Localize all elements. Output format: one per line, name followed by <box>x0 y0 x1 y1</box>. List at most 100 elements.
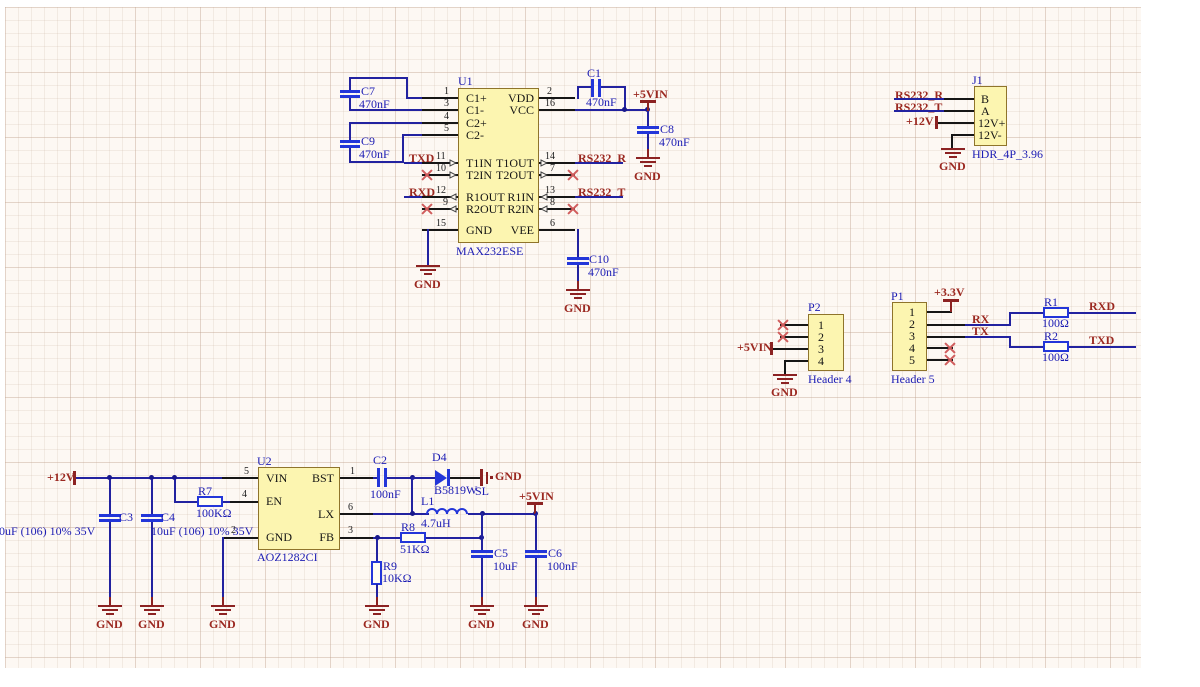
no-connect-x[interactable] <box>421 169 433 181</box>
wire[interactable] <box>965 336 1011 338</box>
r9-resistor[interactable] <box>371 561 382 585</box>
wire[interactable] <box>951 134 953 148</box>
r9-value[interactable]: 10KΩ <box>382 572 412 585</box>
c2-ref[interactable]: C2 <box>373 454 387 467</box>
pin[interactable] <box>222 477 258 479</box>
u1-part[interactable]: MAX232ESE <box>456 245 523 258</box>
u2-ref[interactable]: U2 <box>257 455 272 468</box>
c1-ref[interactable]: C1 <box>587 67 601 80</box>
c3-ref[interactable]: C3 <box>119 511 133 524</box>
wire[interactable] <box>450 477 480 479</box>
r2-value[interactable]: 100Ω <box>1042 351 1069 364</box>
pin[interactable] <box>422 109 458 111</box>
u2-part[interactable]: AOZ1282CI <box>257 551 318 564</box>
wire[interactable] <box>222 537 224 597</box>
wire[interactable] <box>174 479 176 503</box>
wire[interactable] <box>535 558 537 597</box>
wire[interactable] <box>1011 346 1045 348</box>
pin[interactable] <box>927 311 952 313</box>
wire[interactable] <box>373 513 429 515</box>
wire[interactable] <box>109 479 111 515</box>
wire[interactable] <box>412 477 436 479</box>
wire[interactable] <box>406 97 422 99</box>
c2-value[interactable]: 100nF <box>370 488 401 501</box>
pin[interactable] <box>927 336 967 338</box>
r1-ref[interactable]: R1 <box>1044 296 1058 309</box>
wire[interactable] <box>535 513 537 551</box>
gnd-symbol[interactable] <box>566 289 590 301</box>
power-port-12v[interactable]: +12V <box>47 471 75 484</box>
net-label-rs232t[interactable]: RS232_T <box>895 101 942 114</box>
wire[interactable] <box>404 196 422 198</box>
net-label-rxd[interactable]: RXD <box>1089 300 1115 313</box>
wire[interactable] <box>406 77 408 99</box>
gnd-label[interactable]: GND <box>522 618 549 631</box>
d4-ref[interactable]: D4 <box>432 451 447 464</box>
c9-value[interactable]: 470nF <box>359 148 390 161</box>
c4-ref[interactable]: C4 <box>161 511 175 524</box>
j1-ref[interactable]: J1 <box>972 74 983 87</box>
wire[interactable] <box>481 558 483 597</box>
pin[interactable] <box>422 134 458 136</box>
u1-ref[interactable]: U1 <box>458 75 473 88</box>
gnd-symbol[interactable] <box>416 265 440 277</box>
wire[interactable] <box>1009 312 1011 326</box>
gnd-symbol[interactable] <box>470 605 494 617</box>
r7-value[interactable]: 100KΩ <box>196 507 232 520</box>
c10-value[interactable]: 470nF <box>588 266 619 279</box>
c4-capacitor[interactable] <box>141 514 163 517</box>
wire[interactable] <box>575 196 623 198</box>
p2-body[interactable] <box>808 314 844 371</box>
wire[interactable] <box>481 513 483 551</box>
c8-capacitor[interactable] <box>637 126 659 129</box>
wire[interactable] <box>151 479 153 515</box>
pin[interactable] <box>340 513 374 515</box>
pin[interactable] <box>952 134 974 136</box>
c7-capacitor[interactable] <box>340 90 360 93</box>
wire[interactable] <box>965 324 1011 326</box>
wire[interactable] <box>575 162 623 164</box>
d4-suffix[interactable]: SL <box>475 485 489 498</box>
gnd-label[interactable]: GND <box>96 618 123 631</box>
p1-ref[interactable]: P1 <box>891 290 904 303</box>
d4-value[interactable]: B5819W <box>434 484 477 497</box>
pin[interactable] <box>785 360 808 362</box>
wire[interactable] <box>349 161 404 163</box>
no-connect-x[interactable] <box>944 354 956 366</box>
wire[interactable] <box>601 86 626 88</box>
wire[interactable] <box>468 513 537 515</box>
no-connect-x[interactable] <box>777 331 789 343</box>
no-connect-x[interactable] <box>944 342 956 354</box>
p2-part[interactable]: Header 4 <box>808 373 852 386</box>
gnd-label[interactable]: GND <box>363 618 390 631</box>
pin[interactable] <box>422 97 458 99</box>
wire[interactable] <box>426 537 482 539</box>
wire[interactable] <box>577 265 579 281</box>
wire[interactable] <box>1011 312 1045 314</box>
wire[interactable] <box>577 229 579 258</box>
j1-part[interactable]: HDR_4P_3.96 <box>972 148 1043 161</box>
gnd-label[interactable]: GND <box>468 618 495 631</box>
c2-capacitor[interactable] <box>377 468 380 487</box>
wire[interactable] <box>647 111 649 127</box>
pin[interactable] <box>340 477 374 479</box>
no-connect-x[interactable] <box>567 203 579 215</box>
pin[interactable] <box>944 98 974 100</box>
wire[interactable] <box>151 522 153 597</box>
gnd-symbol[interactable] <box>365 605 389 617</box>
net-label-txd[interactable]: TXD <box>1089 334 1114 347</box>
pin[interactable] <box>773 348 808 350</box>
p1-part[interactable]: Header 5 <box>891 373 935 386</box>
gnd-label[interactable]: GND <box>138 618 165 631</box>
gnd-symbol[interactable] <box>524 605 548 617</box>
no-connect-x[interactable] <box>421 203 433 215</box>
gnd-label[interactable]: GND <box>939 160 966 173</box>
power-port-12v[interactable]: +12V <box>906 115 934 128</box>
wire[interactable] <box>427 229 429 265</box>
r8-ref[interactable]: R8 <box>401 521 415 534</box>
pin[interactable] <box>938 122 974 124</box>
r2-ref[interactable]: R2 <box>1044 330 1058 343</box>
p2-ref[interactable]: P2 <box>808 301 821 314</box>
pin[interactable] <box>539 109 575 111</box>
pin[interactable] <box>230 501 258 503</box>
